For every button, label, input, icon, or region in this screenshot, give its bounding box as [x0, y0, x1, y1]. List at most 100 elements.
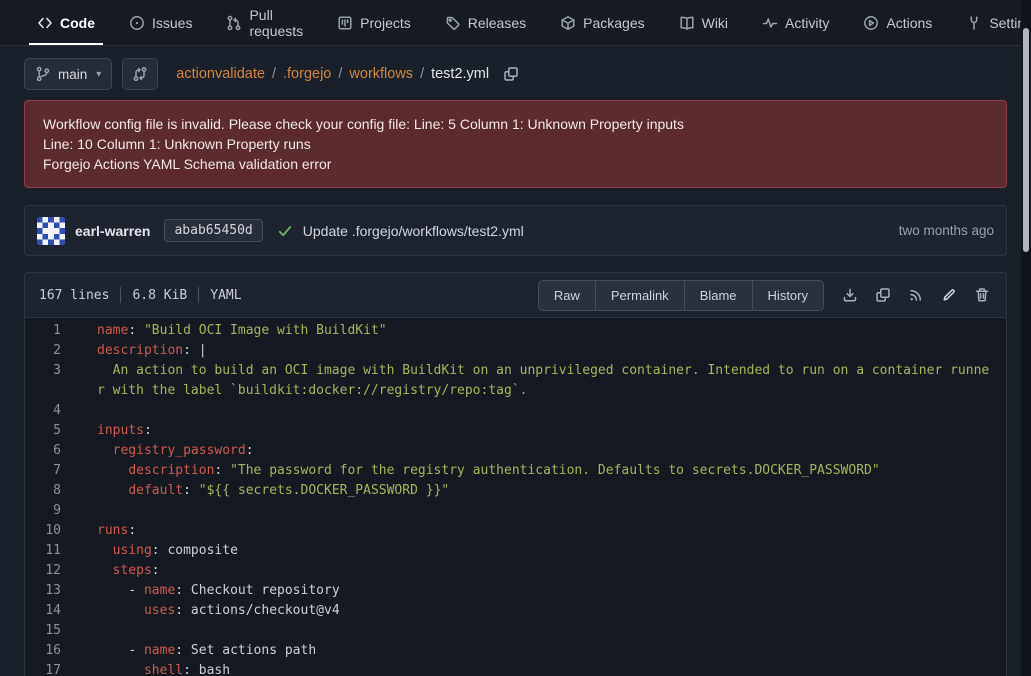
line-number[interactable]: 12 [25, 561, 75, 581]
line-number[interactable]: 7 [25, 461, 75, 481]
error-line: Workflow config file is invalid. Please … [43, 114, 988, 134]
file-meta-item: 167 lines [39, 288, 109, 303]
code-line: 1name: "Build OCI Image with BuildKit" [25, 321, 1006, 341]
issue-icon [129, 15, 145, 31]
code-text: name: "Build OCI Image with BuildKit" [75, 321, 1006, 341]
tab-wiki[interactable]: Wiki [677, 0, 730, 45]
code-text: - name: Set actions path [75, 641, 1006, 661]
code-text: description: "The password for the regis… [75, 461, 1006, 481]
line-number[interactable]: 4 [25, 401, 75, 421]
scrollbar-thumb[interactable] [1023, 28, 1029, 252]
compare-button[interactable] [122, 58, 158, 90]
projects-icon [337, 15, 353, 31]
code-line: 16 - name: Set actions path [25, 641, 1006, 661]
code-text [75, 401, 1006, 421]
copy-file-icon [875, 287, 891, 303]
commit-author[interactable]: earl-warren [75, 223, 150, 239]
delete-button[interactable] [974, 287, 990, 303]
code-line: 5inputs: [25, 421, 1006, 441]
package-icon [560, 15, 576, 31]
commit-message[interactable]: Update .forgejo/workflows/test2.yml [303, 223, 524, 239]
code-line: 15 [25, 621, 1006, 641]
breadcrumb-separator: / [338, 66, 342, 82]
history-button[interactable]: History [752, 281, 823, 310]
code-line: 14 uses: actions/checkout@v4 [25, 601, 1006, 621]
line-number[interactable]: 9 [25, 501, 75, 521]
commit-hash-button[interactable]: abab65450d [164, 219, 262, 242]
error-line: Line: 10 Column 1: Unknown Property runs [43, 134, 988, 154]
line-number[interactable]: 2 [25, 341, 75, 361]
file-view-buttons: RawPermalinkBlameHistory [538, 280, 824, 311]
code-icon [37, 15, 53, 31]
line-number[interactable]: 13 [25, 581, 75, 601]
tab-code[interactable]: Code [35, 0, 97, 45]
line-number[interactable]: 14 [25, 601, 75, 621]
line-number[interactable]: 16 [25, 641, 75, 661]
delete-icon [974, 287, 990, 303]
code-text: An action to build an OCI image with Bui… [75, 361, 1006, 401]
pull-request-icon [226, 15, 242, 31]
code-line: 12 steps: [25, 561, 1006, 581]
code-line: 10runs: [25, 521, 1006, 541]
line-number[interactable]: 6 [25, 441, 75, 461]
code-line: 7 description: "The password for the reg… [25, 461, 1006, 481]
line-number[interactable]: 3 [25, 361, 75, 401]
blame-button[interactable]: Blame [684, 281, 752, 310]
branch-name: main [58, 67, 87, 82]
line-number[interactable]: 5 [25, 421, 75, 441]
line-number[interactable]: 8 [25, 481, 75, 501]
line-number[interactable]: 10 [25, 521, 75, 541]
breadcrumb-separator: / [420, 66, 424, 82]
code-text: runs: [75, 521, 1006, 541]
code-text: steps: [75, 561, 1006, 581]
tab-projects[interactable]: Projects [335, 0, 413, 45]
play-circle-icon [863, 15, 879, 31]
tools-icon [966, 15, 982, 31]
rss-button[interactable] [908, 287, 924, 303]
commit-time: two months ago [899, 223, 994, 238]
breadcrumb-workflows[interactable]: workflows [349, 66, 413, 82]
tab-releases[interactable]: Releases [443, 0, 528, 45]
code-text: registry_password: [75, 441, 1006, 461]
permalink-button[interactable]: Permalink [595, 281, 684, 310]
copy-file-button[interactable] [875, 287, 891, 303]
code-line: 9 [25, 501, 1006, 521]
tab-packages[interactable]: Packages [558, 0, 646, 45]
tab-actions[interactable]: Actions [861, 0, 934, 45]
line-number[interactable]: 17 [25, 661, 75, 676]
meta-divider [198, 287, 199, 303]
code-line: 11 using: composite [25, 541, 1006, 561]
compare-icon [132, 66, 148, 82]
pulse-icon [762, 15, 778, 31]
repo-nav: Code Issues Pull requests Projects Releases P… [0, 0, 1031, 46]
breadcrumb-separator: / [272, 66, 276, 82]
line-number[interactable]: 1 [25, 321, 75, 341]
line-number[interactable]: 11 [25, 541, 75, 561]
breadcrumb-test2.yml: test2.yml [431, 66, 489, 82]
edit-button[interactable] [941, 287, 957, 303]
edit-icon [941, 287, 957, 303]
branch-icon [35, 66, 51, 82]
avatar[interactable] [37, 217, 65, 245]
branch-selector[interactable]: main ▾ [24, 58, 112, 90]
latest-commit-bar: earl-warren abab65450d Update .forgejo/w… [24, 205, 1007, 256]
line-number[interactable]: 15 [25, 621, 75, 641]
tab-issues[interactable]: Issues [127, 0, 194, 45]
chevron-down-icon: ▾ [96, 69, 101, 80]
tab-pull-requests[interactable]: Pull requests [224, 0, 305, 45]
breadcrumb-actionvalidate[interactable]: actionvalidate [176, 66, 265, 82]
raw-button[interactable]: Raw [539, 281, 595, 310]
error-banner: Workflow config file is invalid. Please … [24, 100, 1007, 188]
breadcrumb-forgejo[interactable]: .forgejo [283, 66, 331, 82]
scrollbar-track[interactable] [1021, 0, 1031, 676]
download-button[interactable] [842, 287, 858, 303]
book-icon [679, 15, 695, 31]
copy-path-button[interactable] [503, 66, 519, 82]
tab-activity[interactable]: Activity [760, 0, 831, 45]
code-text: inputs: [75, 421, 1006, 441]
commit-status-check-icon[interactable] [277, 223, 293, 239]
file-view: 167 lines6.8 KiBYAML RawPermalinkBlameHi… [24, 272, 1007, 676]
code-line: 13 - name: Checkout repository [25, 581, 1006, 601]
code-text: default: "${{ secrets.DOCKER_PASSWORD }}… [75, 481, 1006, 501]
file-meta: 167 lines6.8 KiBYAML [39, 287, 242, 303]
